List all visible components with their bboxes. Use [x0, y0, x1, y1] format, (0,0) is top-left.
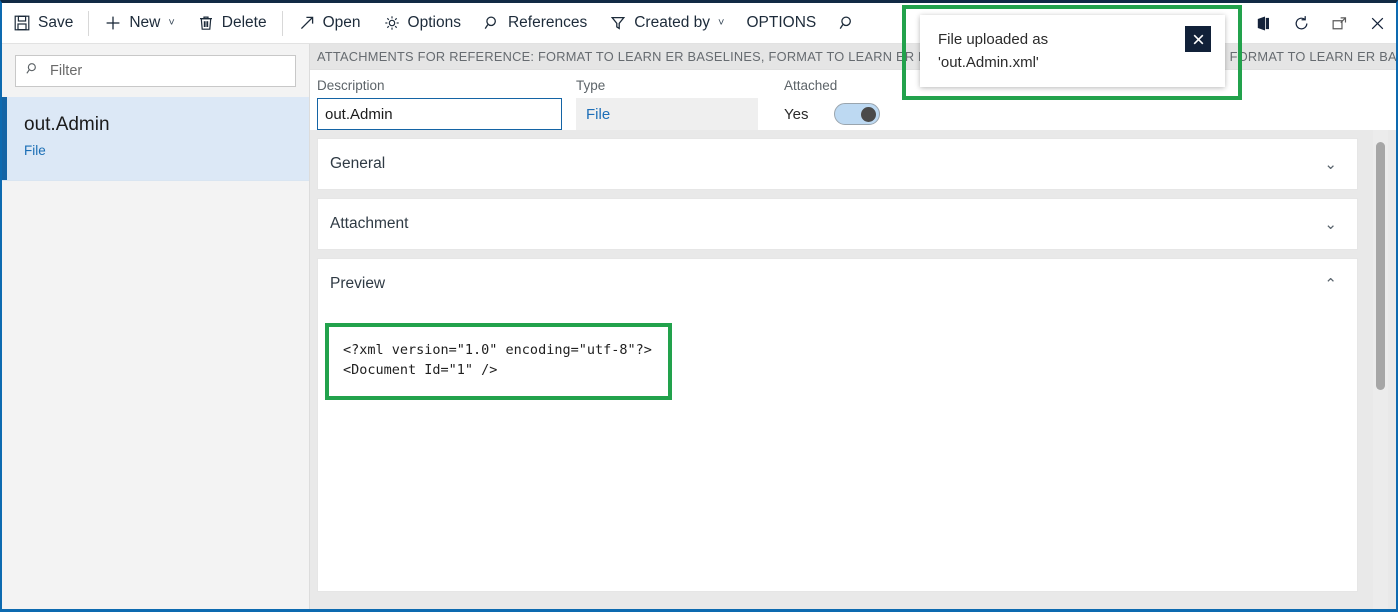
search-icon [838, 14, 856, 32]
chevron-up-icon[interactable]: ⌃ [1324, 277, 1337, 292]
application-window: Save New ˅ Delete [0, 0, 1398, 612]
attached-value: Yes [784, 106, 808, 123]
filter-box[interactable] [15, 55, 296, 87]
open-button[interactable]: Open [287, 3, 372, 43]
save-icon [13, 14, 31, 32]
section-general-header[interactable]: General ⌄ [318, 139, 1357, 189]
upload-notification-message: File uploaded as 'out.Admin.xml' [920, 15, 1048, 74]
sidebar: out.Admin File [2, 44, 310, 609]
attached-row: Yes [784, 98, 880, 130]
close-icon[interactable] [1358, 3, 1396, 43]
delete-button[interactable]: Delete [186, 3, 278, 43]
section-attachment-header[interactable]: Attachment ⌄ [318, 199, 1357, 249]
section-attachment: Attachment ⌄ [317, 198, 1358, 250]
content-split: out.Admin File ATTACHMENTS FOR REFERENCE… [2, 44, 1396, 609]
funnel-icon [609, 14, 627, 32]
search-icon [25, 61, 40, 81]
accordion-area: General ⌄ Attachment ⌄ Preview ⌃ [310, 130, 1396, 609]
attached-toggle[interactable] [834, 103, 880, 125]
list-item-title: out.Admin [24, 113, 309, 137]
close-icon[interactable] [1185, 26, 1211, 52]
chevron-down-icon[interactable]: ⌄ [1324, 217, 1337, 232]
delete-label: Delete [222, 15, 267, 31]
description-input[interactable] [317, 98, 562, 130]
xml-preview-highlight: <?xml version="1.0" encoding="utf-8"?> <… [325, 323, 672, 400]
section-preview-title: Preview [330, 275, 385, 293]
refresh-icon[interactable] [1282, 3, 1320, 43]
chevron-down-icon[interactable]: ⌄ [1324, 157, 1337, 172]
type-field-group: Type File [576, 78, 771, 130]
main-pane: ATTACHMENTS FOR REFERENCE: FORMAT TO LEA… [310, 44, 1396, 609]
new-button[interactable]: New ˅ [93, 3, 185, 43]
section-general: General ⌄ [317, 138, 1358, 190]
list-item-subtitle: File [24, 143, 309, 158]
open-label: Open [323, 15, 361, 31]
search-input[interactable] [48, 62, 286, 80]
chevron-down-icon: ˅ [718, 17, 724, 29]
description-field-group: Description [317, 78, 562, 130]
attached-label: Attached [784, 78, 880, 93]
scrollbar-thumb[interactable] [1376, 142, 1385, 390]
options-button[interactable]: Options [372, 3, 472, 43]
toggle-knob [861, 107, 876, 122]
section-preview-body: <?xml version="1.0" encoding="utf-8"?> <… [318, 309, 1357, 591]
new-label: New [129, 15, 160, 31]
section-preview-header[interactable]: Preview ⌃ [318, 259, 1357, 309]
toolbar-search-button[interactable] [827, 3, 867, 43]
search-icon [483, 14, 501, 32]
chevron-down-icon: ˅ [168, 17, 174, 29]
office-app-icon[interactable] [1244, 3, 1282, 43]
options-menu-button[interactable]: OPTIONS [735, 3, 827, 43]
xml-preview-text: <?xml version="1.0" encoding="utf-8"?> <… [343, 341, 652, 380]
type-label: Type [576, 78, 771, 93]
type-value[interactable]: File [576, 98, 758, 130]
section-general-title: General [330, 155, 385, 173]
open-arrow-icon [298, 14, 316, 32]
toolbar-divider-1 [88, 11, 89, 36]
filter-container [2, 44, 309, 97]
options-label: Options [408, 15, 461, 31]
popout-icon[interactable] [1320, 3, 1358, 43]
attachment-list: out.Admin File [2, 97, 309, 609]
options-menu-label: OPTIONS [746, 15, 816, 31]
description-label: Description [317, 78, 562, 93]
section-preview: Preview ⌃ <?xml version="1.0" encoding="… [317, 258, 1358, 592]
vertical-scrollbar[interactable] [1373, 130, 1388, 609]
created-by-button[interactable]: Created by ˅ [598, 3, 735, 43]
trash-icon [197, 14, 215, 32]
attached-field-group: Attached Yes [784, 78, 880, 130]
save-button[interactable]: Save [2, 3, 84, 43]
upload-notification: File uploaded as 'out.Admin.xml' [920, 15, 1225, 87]
created-by-label: Created by [634, 15, 710, 31]
gear-icon [383, 14, 401, 32]
section-attachment-title: Attachment [330, 215, 408, 233]
references-label: References [508, 15, 587, 31]
save-label: Save [38, 15, 73, 31]
list-item[interactable]: out.Admin File [2, 97, 309, 181]
plus-icon [104, 14, 122, 32]
references-button[interactable]: References [472, 3, 598, 43]
toolbar-divider-2 [282, 11, 283, 36]
